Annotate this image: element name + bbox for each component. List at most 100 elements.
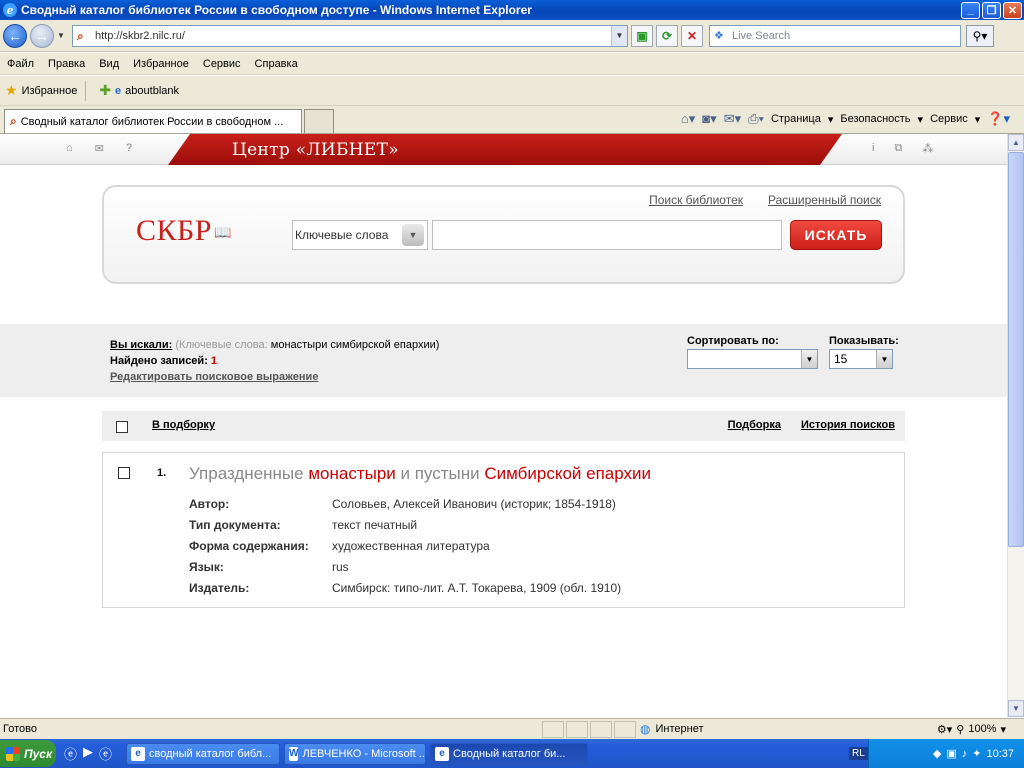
new-tab-button[interactable]: [304, 109, 334, 133]
page-scrollbar[interactable]: ▲ ▼: [1007, 134, 1024, 717]
maximize-button[interactable]: ❐: [982, 1, 1001, 19]
command-page[interactable]: Страница: [771, 113, 821, 125]
field-row: Автор: Соловьев, Алексей Иванович (истор…: [189, 493, 621, 514]
advanced-search-link[interactable]: Расширенный поиск: [768, 193, 881, 207]
menu-tools[interactable]: Сервис: [203, 58, 241, 70]
taskbar-item-label: сводный каталог библ...: [149, 747, 272, 760]
media-player-icon[interactable]: ▶: [83, 744, 93, 763]
menu-edit[interactable]: Правка: [48, 58, 85, 70]
site-header: ⌂ ✉ ? Центр «ЛИБНЕТ» i ⧉ ⁂: [0, 134, 1007, 165]
result-title-link[interactable]: Упраздненные монастыри и пустыни Симбирс…: [189, 464, 651, 484]
taskbar-item-ie-2[interactable]: e Сводный каталог би...: [430, 742, 589, 765]
library-search-link[interactable]: Поиск библиотек: [649, 193, 743, 207]
favorites-bar: ★ Избранное ✚ e aboutblank: [0, 76, 1024, 106]
taskbar-item-ie-1[interactable]: e сводный каталог библ...: [126, 742, 281, 765]
menu-view[interactable]: Вид: [99, 58, 119, 70]
selection-link[interactable]: Подборка: [728, 419, 781, 431]
zoom-icon: ⚲: [956, 723, 965, 736]
search-query-input[interactable]: [432, 220, 782, 250]
tray-icon-network[interactable]: ▣: [946, 747, 956, 760]
status-cell: [590, 720, 612, 738]
sort-select[interactable]: ▼: [687, 349, 818, 369]
windows-flag-icon: [6, 746, 20, 761]
libnet-name[interactable]: Центр «ЛИБНЕТ»: [232, 140, 399, 160]
field-label: Форма содержания:: [189, 538, 309, 553]
site-home-icon[interactable]: ⌂: [66, 142, 73, 155]
search-summary: Вы искали: (Ключевые слова: монастыри си…: [0, 324, 1007, 397]
address-url[interactable]: http://skbr2.nilc.ru/: [95, 30, 611, 42]
home-icon[interactable]: ⌂▾: [681, 111, 695, 127]
help-icon[interactable]: ❓▾: [987, 111, 1010, 127]
add-favorite-icon[interactable]: ✚: [99, 82, 111, 99]
menu-file[interactable]: Файл: [7, 58, 34, 70]
menu-bar: Файл Правка Вид Избранное Сервис Справка: [0, 53, 1024, 75]
chevron-down-icon[interactable]: ▼: [402, 224, 424, 246]
ie-quicklaunch-icon[interactable]: ⓔ: [64, 744, 77, 763]
mail-icon[interactable]: ✉▾: [724, 111, 741, 127]
protected-mode-icon[interactable]: ⚙▾: [937, 723, 952, 736]
field-value: rus: [332, 559, 349, 574]
search-links: Поиск библиотек Расширенный поиск: [649, 193, 881, 207]
window-title: Сводный каталог библиотек России в свобо…: [21, 3, 532, 17]
back-button[interactable]: ←: [3, 23, 27, 48]
ie-quicklaunch-icon-2[interactable]: ⓔ: [99, 744, 112, 763]
start-button[interactable]: Пуск: [0, 740, 56, 767]
site-help-icon[interactable]: ?: [126, 142, 132, 155]
history-dropdown-icon[interactable]: ▼: [56, 31, 66, 40]
users-icon[interactable]: ⁂: [922, 142, 933, 155]
skbr-logo[interactable]: СКБР 📖: [136, 214, 232, 248]
favorites-star-icon[interactable]: ★: [5, 82, 18, 99]
minimize-button[interactable]: _: [961, 1, 980, 19]
search-button[interactable]: ⚲▾: [966, 24, 994, 47]
menu-help[interactable]: Справка: [255, 58, 298, 70]
feeds-icon[interactable]: ◙▾: [702, 111, 716, 127]
site-mail-icon[interactable]: ✉: [95, 142, 104, 155]
tray-icon-volume[interactable]: ♪: [962, 748, 968, 760]
compatibility-view-icon[interactable]: ▣: [631, 24, 653, 47]
live-search-input[interactable]: ❖ Live Search: [709, 24, 961, 47]
close-button[interactable]: ✕: [1003, 1, 1022, 19]
address-field[interactable]: ⌕ http://skbr2.nilc.ru/ ▼: [72, 24, 628, 47]
scroll-up-icon[interactable]: ▲: [1008, 134, 1024, 151]
add-to-selection-link[interactable]: В подборку: [152, 419, 215, 431]
forward-button[interactable]: →: [30, 23, 54, 48]
menu-favorites[interactable]: Избранное: [133, 58, 189, 70]
print-icon[interactable]: ⎙▾: [748, 111, 764, 127]
zoom-level[interactable]: 100%: [968, 723, 996, 735]
info-icon[interactable]: i: [872, 142, 874, 155]
searched-label[interactable]: Вы искали:: [110, 339, 172, 351]
result-checkbox[interactable]: [118, 467, 130, 479]
tab-active-label: Сводный каталог библиотек России в свобо…: [20, 115, 284, 128]
search-history-link[interactable]: История поисков: [801, 419, 895, 431]
refresh-icon[interactable]: ⟳: [656, 24, 678, 47]
favorites-button[interactable]: Избранное: [22, 85, 78, 97]
tray-icon-antivirus[interactable]: ◆: [933, 747, 941, 760]
result-title-part: и пустыни: [395, 464, 485, 483]
scroll-down-icon[interactable]: ▼: [1008, 700, 1024, 717]
search-field-select[interactable]: Ключевые слова ▼: [292, 220, 428, 250]
sort-dropdown-icon[interactable]: ▼: [801, 350, 817, 368]
taskbar-item-word[interactable]: W ЛЕВЧЕНКО - Microsoft ...: [284, 742, 427, 765]
ie-logo-icon: e: [3, 3, 17, 17]
quick-launch: ⓔ ▶ ⓔ: [64, 744, 112, 763]
search-submit-button[interactable]: ИСКАТЬ: [790, 220, 882, 250]
scroll-thumb[interactable]: [1008, 152, 1024, 547]
select-all-checkbox[interactable]: [116, 421, 128, 433]
address-dropdown-icon[interactable]: ▼: [611, 25, 627, 46]
stop-icon[interactable]: ✕: [681, 24, 703, 47]
command-tools[interactable]: Сервис: [930, 113, 968, 125]
bookmarks-icon[interactable]: ⧉: [894, 142, 902, 155]
status-cell: [542, 720, 564, 738]
tab-active[interactable]: ⌕ Сводный каталог библиотек России в сво…: [4, 109, 302, 133]
status-text: Готово: [3, 723, 37, 735]
tray-icon-update[interactable]: ✦: [972, 747, 981, 760]
page-size-dropdown-icon[interactable]: ▼: [876, 350, 892, 368]
zoom-control[interactable]: ⚙▾ ⚲ 100% ▾: [937, 723, 1006, 736]
page-size-select[interactable]: 15 ▼: [829, 349, 893, 369]
language-indicator[interactable]: RL: [849, 747, 868, 760]
field-value: Симбирск: типо-лит. А.Т. Токарева, 1909 …: [332, 580, 622, 595]
command-security[interactable]: Безопасность: [840, 113, 910, 125]
favorite-link-aboutblank[interactable]: aboutblank: [125, 85, 179, 97]
edit-query-link[interactable]: Редактировать поисковое выражение: [110, 371, 318, 383]
result-number: 1.: [157, 467, 167, 479]
